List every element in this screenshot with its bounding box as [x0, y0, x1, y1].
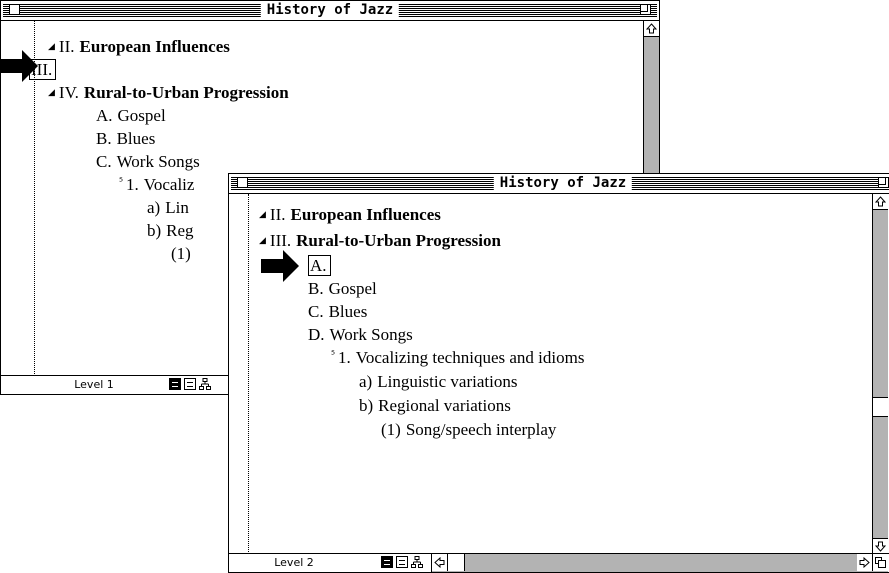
title-bar[interactable]: History of Jazz — [1, 1, 659, 21]
outline-row[interactable]: b) Regional variations — [359, 395, 511, 416]
outline-row[interactable]: D. Work Songs — [308, 324, 413, 345]
outline-content[interactable]: ◢ II. European Influences ◢ III. Rural-to-Ur… — [229, 194, 881, 554]
scroll-right-arrow-icon[interactable] — [857, 554, 872, 571]
outline-row[interactable]: ◢ II. European Influences — [259, 204, 441, 229]
text-view-icon[interactable] — [184, 378, 196, 390]
outline-row[interactable]: ◢ IV. Rural-to-Urban Progression — [48, 82, 289, 107]
level-indicator: Level 1 — [74, 378, 114, 391]
title-bar[interactable]: History of Jazz — [229, 174, 889, 194]
outline-window-front[interactable]: History of Jazz ◢ II. European Influences … — [228, 173, 889, 573]
close-box[interactable] — [237, 177, 248, 188]
scroll-left-arrow-icon[interactable] — [432, 554, 447, 571]
triangle-marker-icon: ◢ — [259, 210, 266, 220]
selected-heading-box[interactable]: A. — [308, 255, 331, 276]
window-title: History of Jazz — [493, 175, 633, 192]
scroll-up-arrow-icon[interactable] — [644, 21, 659, 37]
zoom-box[interactable] — [878, 177, 889, 188]
status-bar: Level 2 — [229, 553, 889, 572]
outline-row[interactable]: C. Work Songs — [96, 151, 200, 172]
outline-row[interactable]: ⁵ 1. Vocaliz — [119, 174, 194, 198]
outline-row[interactable]: b) Reg — [147, 220, 194, 241]
outline-row[interactable]: ⁵ 1. Vocalizing techniques and idioms — [331, 347, 584, 371]
scroll-up-arrow-icon[interactable] — [873, 194, 888, 210]
triangle-marker-icon: ◢ — [48, 42, 55, 52]
level-indicator: Level 2 — [274, 556, 314, 569]
triangle-marker-icon: ◢ — [259, 236, 266, 246]
outline-row[interactable]: a) Lin — [147, 197, 189, 218]
zoom-box[interactable] — [640, 4, 651, 15]
collapsed-marker-icon: ⁵ — [119, 177, 124, 188]
outline-view-icon[interactable] — [169, 378, 181, 390]
outline-row[interactable]: a) Linguistic variations — [359, 371, 517, 392]
collapsed-marker-icon: ⁵ — [331, 350, 336, 361]
outline-view-icon[interactable] — [381, 556, 393, 568]
outline-row[interactable]: (1) — [171, 243, 196, 264]
outline-row[interactable]: A. Gospel — [96, 105, 166, 126]
outline-row[interactable]: ◢ II. European Influences — [48, 36, 230, 61]
window-title: History of Jazz — [260, 2, 400, 19]
outline-row[interactable]: C. Blues — [308, 301, 367, 322]
arrow-pointer-icon — [0, 50, 38, 82]
org-chart-icon[interactable] — [411, 556, 423, 568]
outline-row[interactable]: B. Gospel — [308, 278, 377, 299]
outline-row-selected[interactable]: A. — [308, 255, 331, 276]
triangle-marker-icon: ◢ — [48, 88, 55, 98]
view-mode-group — [381, 556, 423, 568]
scroll-down-arrow-icon[interactable] — [873, 538, 888, 554]
close-box[interactable] — [9, 4, 20, 15]
text-view-icon[interactable] — [396, 556, 408, 568]
outline-guide-line — [248, 194, 249, 554]
org-chart-icon[interactable] — [199, 378, 211, 390]
view-mode-group — [169, 378, 211, 390]
arrow-pointer-icon — [261, 250, 299, 282]
size-box-icon[interactable] — [872, 554, 888, 571]
scroll-thumb[interactable] — [873, 397, 888, 417]
outline-row[interactable]: B. Blues — [96, 128, 155, 149]
vertical-scrollbar[interactable] — [872, 194, 888, 554]
outline-row[interactable]: (1) Song/speech interplay — [381, 419, 556, 440]
horizontal-scroll-thumb[interactable] — [447, 554, 465, 571]
horizontal-scrollbar[interactable] — [431, 554, 888, 572]
